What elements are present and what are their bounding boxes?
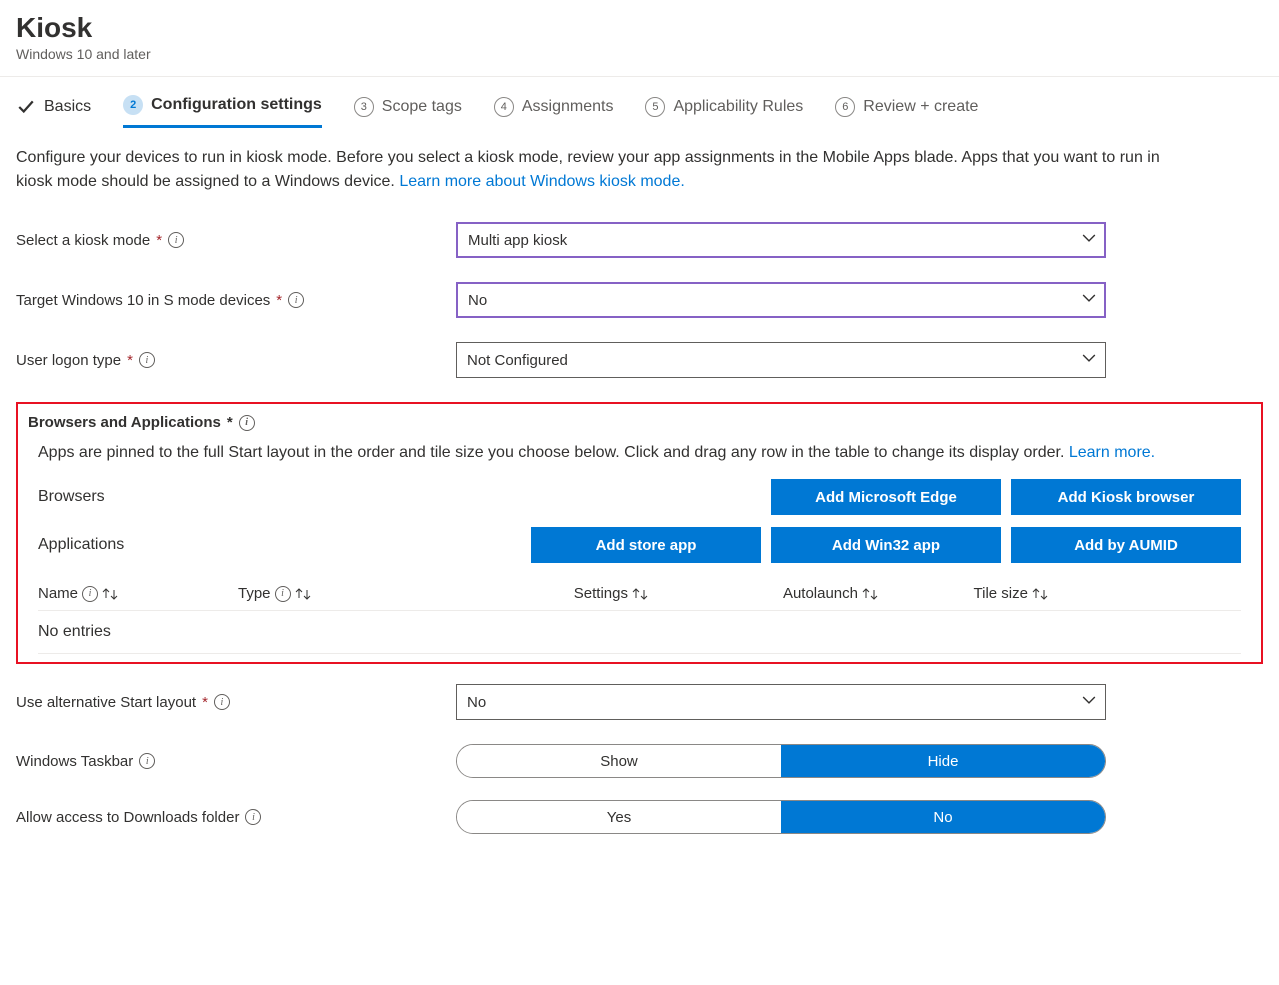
required-marker: * xyxy=(276,292,282,309)
required-marker: * xyxy=(227,414,233,431)
sort-icon xyxy=(295,587,311,601)
taskbar-show[interactable]: Show xyxy=(457,745,781,777)
alt-start-select[interactable]: No xyxy=(456,684,1106,720)
tab-configuration-settings[interactable]: 2 Configuration settings xyxy=(123,95,322,128)
taskbar-hide[interactable]: Hide xyxy=(781,745,1105,777)
sort-icon xyxy=(1032,587,1048,601)
section-description: Apps are pinned to the full Start layout… xyxy=(28,441,1251,479)
info-icon[interactable]: i xyxy=(239,415,255,431)
downloads-toggle: Yes No xyxy=(456,800,1106,834)
field-taskbar: Windows Taskbar i Show Hide xyxy=(16,744,1263,778)
field-downloads: Allow access to Downloads folder i Yes N… xyxy=(16,800,1263,834)
required-marker: * xyxy=(202,694,208,711)
tab-basics[interactable]: Basics xyxy=(16,95,91,128)
page-title: Kiosk xyxy=(16,12,1263,44)
field-kiosk-mode: Select a kiosk mode * i Multi app kiosk xyxy=(16,222,1263,258)
info-icon[interactable]: i xyxy=(82,586,98,602)
learn-more-link[interactable]: Learn more. xyxy=(1069,444,1155,461)
field-label-text: Allow access to Downloads folder xyxy=(16,809,239,826)
field-label-text: Target Windows 10 in S mode devices xyxy=(16,292,270,309)
browsers-apps-section: Browsers and Applications * i Apps are p… xyxy=(16,402,1263,664)
col-settings[interactable]: Settings xyxy=(448,585,648,602)
table-header: Name i Type i Settings Autolaunch xyxy=(38,575,1241,611)
field-s-mode: Target Windows 10 in S mode devices * i … xyxy=(16,282,1263,318)
add-win32-app-button[interactable]: Add Win32 app xyxy=(771,527,1001,563)
intro-text: Configure your devices to run in kiosk m… xyxy=(16,146,1166,194)
kiosk-mode-select[interactable]: Multi app kiosk xyxy=(456,222,1106,258)
tab-label: Basics xyxy=(44,98,91,116)
sort-icon xyxy=(632,587,648,601)
sort-icon xyxy=(862,587,878,601)
browsers-row: Browsers Add Microsoft Edge Add Kiosk br… xyxy=(38,479,1241,515)
applications-row: Applications Add store app Add Win32 app… xyxy=(38,527,1241,563)
add-kiosk-browser-button[interactable]: Add Kiosk browser xyxy=(1011,479,1241,515)
tab-scope-tags[interactable]: 3 Scope tags xyxy=(354,95,462,128)
tab-number: 2 xyxy=(123,95,143,115)
learn-more-link[interactable]: Learn more about Windows kiosk mode. xyxy=(399,173,684,190)
col-name[interactable]: Name i xyxy=(38,585,238,602)
info-icon[interactable]: i xyxy=(214,694,230,710)
check-icon xyxy=(16,97,36,117)
col-autolaunch[interactable]: Autolaunch xyxy=(648,585,878,602)
info-icon[interactable]: i xyxy=(139,753,155,769)
s-mode-select[interactable]: No xyxy=(456,282,1106,318)
tab-label: Applicability Rules xyxy=(673,98,803,116)
tab-assignments[interactable]: 4 Assignments xyxy=(494,95,614,128)
info-icon[interactable]: i xyxy=(245,809,261,825)
page-subtitle: Windows 10 and later xyxy=(16,46,1263,62)
add-aumid-button[interactable]: Add by AUMID xyxy=(1011,527,1241,563)
add-store-app-button[interactable]: Add store app xyxy=(531,527,761,563)
tab-number: 3 xyxy=(354,97,374,117)
logon-type-select[interactable]: Not Configured xyxy=(456,342,1106,378)
field-label-text: Use alternative Start layout xyxy=(16,694,196,711)
field-label-text: Select a kiosk mode xyxy=(16,232,150,249)
page-header: Kiosk Windows 10 and later xyxy=(0,0,1279,70)
applications-label: Applications xyxy=(38,536,378,554)
info-icon[interactable]: i xyxy=(168,232,184,248)
col-type[interactable]: Type i xyxy=(238,585,448,602)
info-icon[interactable]: i xyxy=(275,586,291,602)
wizard-tabs: Basics 2 Configuration settings 3 Scope … xyxy=(0,77,1279,128)
downloads-yes[interactable]: Yes xyxy=(457,801,781,833)
table-empty: No entries xyxy=(38,611,1241,654)
tab-number: 4 xyxy=(494,97,514,117)
field-logon-type: User logon type * i Not Configured xyxy=(16,342,1263,378)
tab-label: Assignments xyxy=(522,98,614,116)
section-title-text: Browsers and Applications xyxy=(28,414,221,431)
required-marker: * xyxy=(156,232,162,249)
tab-applicability-rules[interactable]: 5 Applicability Rules xyxy=(645,95,803,128)
browsers-label: Browsers xyxy=(38,488,378,506)
tab-review-create[interactable]: 6 Review + create xyxy=(835,95,978,128)
add-edge-button[interactable]: Add Microsoft Edge xyxy=(771,479,1001,515)
tab-number: 5 xyxy=(645,97,665,117)
col-tile-size[interactable]: Tile size xyxy=(878,585,1048,602)
tab-number: 6 xyxy=(835,97,855,117)
downloads-no[interactable]: No xyxy=(781,801,1105,833)
tab-label: Scope tags xyxy=(382,98,462,116)
field-alt-start: Use alternative Start layout * i No xyxy=(16,684,1263,720)
info-icon[interactable]: i xyxy=(139,352,155,368)
info-icon[interactable]: i xyxy=(288,292,304,308)
field-label-text: User logon type xyxy=(16,352,121,369)
tab-label: Review + create xyxy=(863,98,978,116)
apps-table: Name i Type i Settings Autolaunch xyxy=(28,575,1251,654)
sort-icon xyxy=(102,587,118,601)
required-marker: * xyxy=(127,352,133,369)
taskbar-toggle: Show Hide xyxy=(456,744,1106,778)
field-label-text: Windows Taskbar xyxy=(16,753,133,770)
tab-label: Configuration settings xyxy=(151,96,322,114)
